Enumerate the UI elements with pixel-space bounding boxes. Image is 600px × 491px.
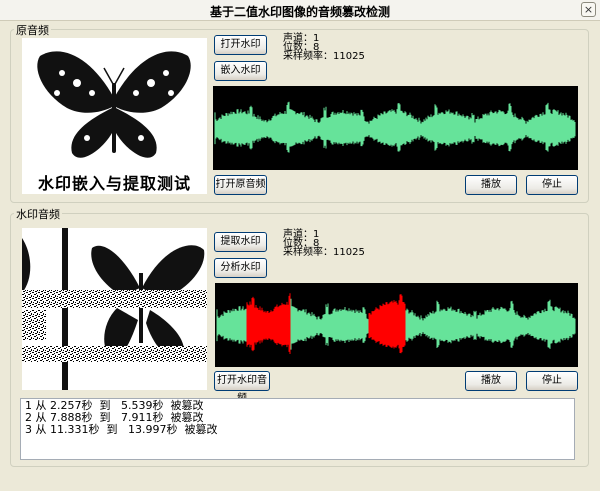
watermark-image-text: 水印嵌入与提取测试	[37, 174, 191, 193]
analyze-watermark-button[interactable]: 分析水印	[214, 258, 267, 278]
original-stop-button[interactable]: 停止	[526, 175, 578, 195]
tamper-result-log[interactable]: 1 从 2.257秒 到 5.539秒 被篡改 2 从 7.888秒 到 7.9…	[20, 398, 575, 460]
original-waveform	[213, 86, 578, 170]
tamper-noise-band-1	[22, 290, 207, 308]
extracted-butterfly-image	[22, 228, 207, 390]
original-audio-info: 声道：1 位数：8 采样频率：11025	[283, 34, 365, 62]
watermarked-audio-group-label: 水印音频	[14, 206, 62, 222]
watermarked-play-button[interactable]: 播放	[465, 371, 517, 391]
watermarked-waveform-svg	[216, 293, 576, 354]
original-waveform-svg	[214, 101, 576, 153]
extract-watermark-button[interactable]: 提取水印	[214, 232, 267, 252]
original-audio-group-label: 原音频	[14, 22, 51, 38]
log-line: 3 从 11.331秒 到 13.997秒 被篡改	[25, 423, 218, 436]
embed-watermark-button[interactable]: 嵌入水印	[214, 61, 267, 81]
watermarked-waveform	[215, 283, 578, 367]
title-bar: 基于二值水印图像的音频篡改检测 ×	[0, 0, 600, 21]
original-play-button[interactable]: 播放	[465, 175, 517, 195]
watermarked-audio-info: 声道：1 位数：8 采样频率：11025	[283, 230, 365, 258]
open-original-audio-button[interactable]: 打开原音频	[214, 175, 267, 195]
window-title: 基于二值水印图像的音频篡改检测	[209, 5, 390, 19]
original-watermark-image: 水印嵌入与提取测试	[22, 38, 207, 194]
open-watermark-button[interactable]: 打开水印	[214, 35, 267, 55]
sample-rate-label: 采样频率：11025	[283, 247, 365, 258]
extracted-watermark-image	[22, 228, 207, 390]
tamper-noise-band-3	[22, 346, 207, 362]
tamper-noise-band-2	[22, 310, 46, 340]
close-button[interactable]: ×	[581, 2, 596, 17]
watermarked-stop-button[interactable]: 停止	[526, 371, 578, 391]
sample-rate-label: 采样频率：11025	[283, 51, 365, 62]
open-watermarked-audio-button[interactable]: 打开水印音频	[214, 371, 270, 404]
